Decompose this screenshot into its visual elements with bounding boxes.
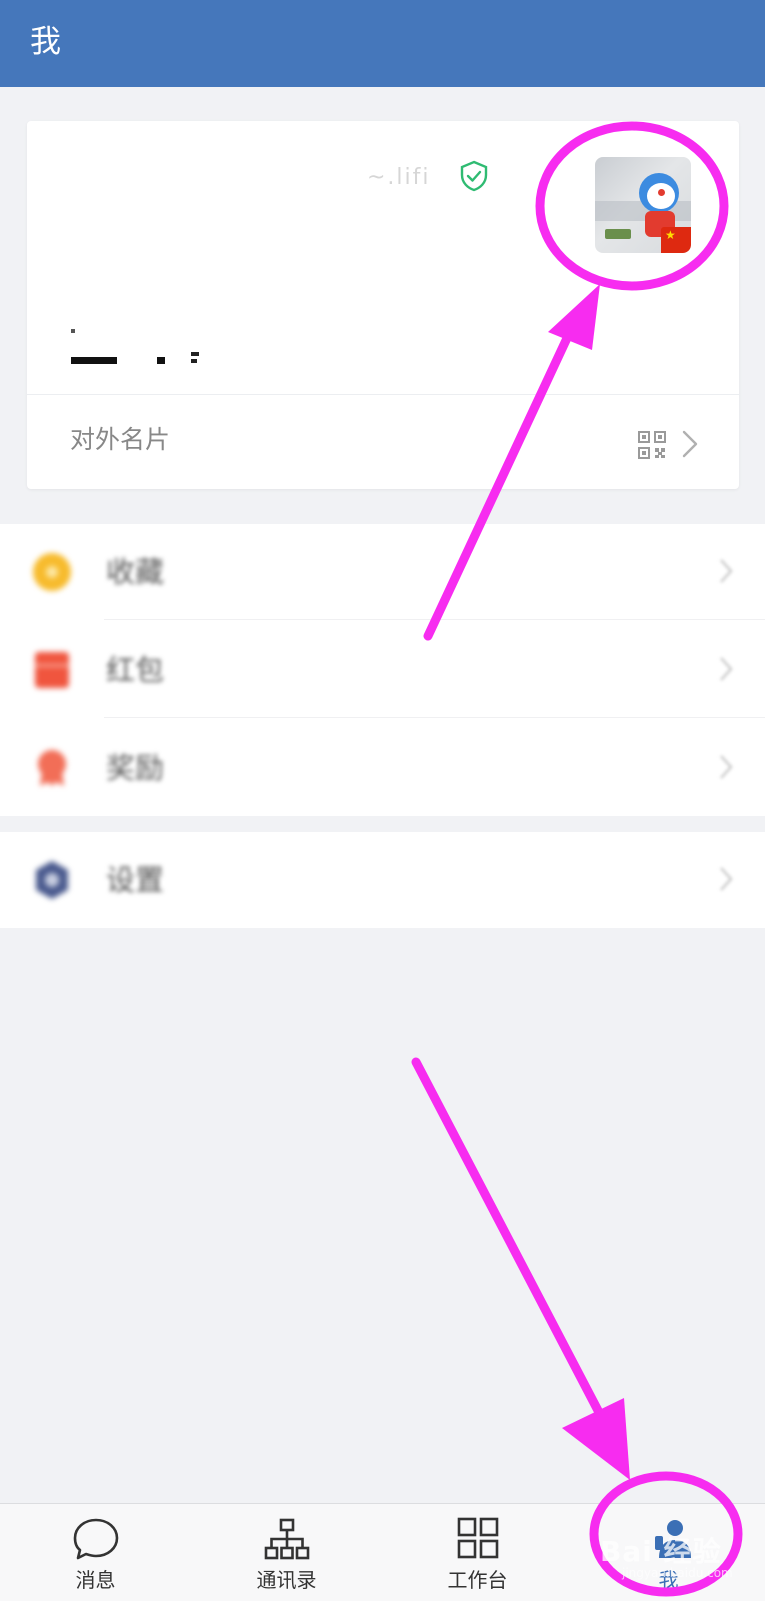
menu-item-label: 奖励 xyxy=(106,751,165,785)
profile-name: ~.lifi xyxy=(367,165,431,190)
red-envelope-icon xyxy=(35,652,69,688)
gear-icon xyxy=(36,861,68,899)
avatar-blocks xyxy=(605,229,631,239)
chevron-right-icon[interactable] xyxy=(681,429,699,459)
chevron-right-icon xyxy=(720,867,733,891)
org-chart-icon xyxy=(264,1518,310,1560)
row-divider xyxy=(104,619,765,620)
profile-name-area: ~.lifi xyxy=(347,159,517,199)
app-header: 我 xyxy=(0,0,765,87)
tab-label: 消息 xyxy=(75,1568,116,1592)
chevron-right-icon xyxy=(720,755,733,779)
menu-item-settings[interactable]: 设置 xyxy=(0,832,765,928)
profile-card[interactable]: ~.lifi ★ 对外名片 xyxy=(27,121,739,489)
menu-item-red-envelope[interactable]: 红包 xyxy=(0,622,765,718)
menu-item-reward[interactable]: 奖励 xyxy=(0,720,765,816)
tab-label: 通讯录 xyxy=(256,1568,317,1592)
avatar-figure-nose xyxy=(658,189,665,196)
grid-icon xyxy=(457,1517,499,1559)
menu-group-primary: 收藏 红包 奖励 xyxy=(0,524,765,816)
redacted-mark xyxy=(71,357,117,364)
menu-item-label: 收藏 xyxy=(106,555,165,589)
menu-group-settings: 设置 xyxy=(0,832,765,928)
reward-icon xyxy=(38,750,66,786)
menu-item-label: 红包 xyxy=(106,653,165,687)
menu-item-favorites[interactable]: 收藏 xyxy=(0,524,765,620)
watermark-logo: Bai 经验 xyxy=(600,1535,722,1568)
tab-contacts[interactable]: 通讯录 xyxy=(191,1504,382,1601)
tab-label: 工作台 xyxy=(447,1568,508,1592)
redacted-mark xyxy=(191,359,197,363)
redacted-mark xyxy=(157,357,165,364)
chevron-right-icon xyxy=(720,657,733,681)
page-title: 我 xyxy=(30,24,61,60)
verified-shield-icon xyxy=(460,160,488,192)
avatar-figure-face xyxy=(647,183,675,209)
china-flag-icon: ★ xyxy=(661,227,691,253)
tab-messages[interactable]: 消息 xyxy=(0,1504,191,1601)
avatar[interactable]: ★ xyxy=(595,157,691,253)
row-divider xyxy=(104,717,765,718)
business-card-label: 对外名片 xyxy=(70,425,171,454)
chat-bubble-icon xyxy=(73,1518,119,1560)
redacted-mark xyxy=(71,329,75,333)
flag-star-icon: ★ xyxy=(665,228,676,242)
tab-workbench[interactable]: 工作台 xyxy=(382,1504,573,1601)
card-divider xyxy=(27,394,739,395)
annotation-arrow-shaft-tab xyxy=(411,1057,609,1427)
menu-item-label: 设置 xyxy=(106,863,165,897)
annotation-arrow-head-tab xyxy=(562,1398,630,1480)
chevron-right-icon xyxy=(720,559,733,583)
qr-code-icon[interactable] xyxy=(638,431,666,459)
redacted-mark xyxy=(191,352,199,356)
star-circle-icon xyxy=(33,553,71,591)
watermark-url: jingyan.baidu.com xyxy=(622,1566,733,1580)
